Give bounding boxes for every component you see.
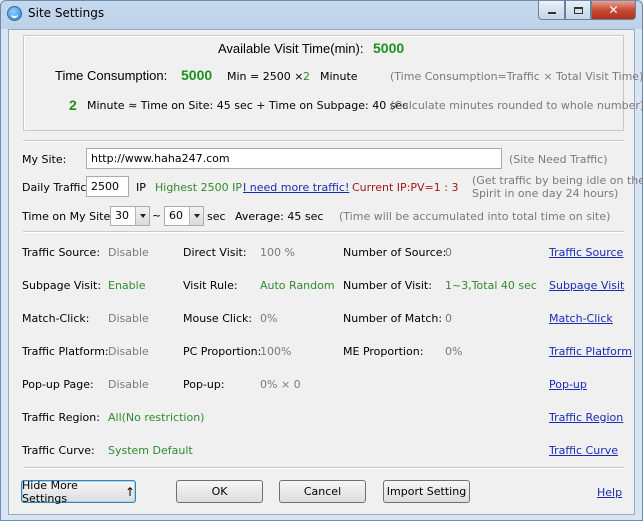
- time-consumption-label: Time Consumption:: [55, 68, 168, 83]
- traffic-source-value: Disable: [108, 246, 149, 259]
- popup-value: 0% × 0: [260, 378, 301, 391]
- number-of-visit-label: Number of Visit:: [343, 279, 432, 292]
- daily-traffic-label: Daily Traffic:: [22, 181, 91, 194]
- maximize-icon: [573, 6, 583, 14]
- minimize-button[interactable]: [538, 1, 565, 20]
- match-click-link[interactable]: Match-Click: [549, 312, 613, 325]
- daily-note-line1: (Get traffic by being idle on the: [472, 174, 643, 187]
- traffic-curve-value: System Default: [108, 444, 193, 457]
- me-proportion-label: ME Proportion:: [343, 345, 424, 358]
- traffic-region-link[interactable]: Traffic Region: [549, 411, 623, 424]
- me-proportion-value: 0%: [445, 345, 463, 358]
- site-settings-window: Site Settings ✕ Available Visit Time(min…: [0, 0, 643, 521]
- app-logo-icon: [7, 6, 22, 21]
- minutes-formula: Minute ≈ Time on Site: 45 sec + Time on …: [87, 99, 409, 112]
- number-of-source-value: 0: [445, 246, 452, 259]
- popup-page-value: Disable: [108, 378, 149, 391]
- mouse-click-label: Mouse Click:: [183, 312, 253, 325]
- number-of-source-label: Number of Source:: [343, 246, 447, 259]
- close-icon: ✕: [608, 3, 619, 17]
- multiplier-value: 2: [303, 70, 310, 83]
- traffic-region-label: Traffic Region:: [22, 411, 100, 424]
- hide-more-settings-label: Hide More Settings: [22, 478, 78, 505]
- cancel-label: Cancel: [303, 485, 342, 498]
- number-of-match-label: Number of Match:: [343, 312, 443, 325]
- ok-button[interactable]: OK: [176, 480, 263, 503]
- highest-ip-text: Highest 2500 IP: [155, 181, 242, 194]
- ok-label: OK: [211, 485, 228, 498]
- divider: [23, 467, 624, 469]
- match-click-label: Match-Click:: [22, 312, 90, 325]
- available-time-value: 5000: [373, 40, 405, 56]
- my-site-note: (Site Need Traffic): [509, 153, 608, 166]
- number-of-match-value: 0: [445, 312, 452, 325]
- traffic-curve-link[interactable]: Traffic Curve: [549, 444, 618, 457]
- current-ip-pv: Current IP:PV=1 : 3: [352, 181, 459, 194]
- time-on-site-note: (Time will be accumulated into total tim…: [339, 210, 611, 223]
- popup-page-label: Pop-up Page:: [22, 378, 94, 391]
- traffic-source-label: Traffic Source:: [22, 246, 101, 259]
- maximize-button[interactable]: [565, 1, 591, 20]
- time-consumption-value: 5000: [181, 67, 213, 83]
- traffic-platform-value: Disable: [108, 345, 149, 358]
- subpage-visit-label: Subpage Visit:: [22, 279, 102, 292]
- import-setting-button[interactable]: Import Setting: [383, 480, 470, 503]
- settings-panel: Available Visit Time(min): 5000 Time Con…: [8, 29, 643, 515]
- visit-time-summary: Available Visit Time(min): 5000 Time Con…: [23, 35, 643, 131]
- daily-traffic-input[interactable]: [86, 176, 129, 197]
- number-of-visit-value: 1~3,Total 40 sec: [445, 279, 537, 292]
- import-setting-label: Import Setting: [386, 485, 467, 498]
- minimize-icon: [547, 12, 556, 14]
- minutes-value: 2: [69, 97, 77, 113]
- match-click-value: Disable: [108, 312, 149, 325]
- available-time-label: Available Visit Time(min):: [218, 41, 364, 56]
- daily-note-line2: Spirit in one day 24 hours): [472, 187, 619, 200]
- hide-more-settings-button[interactable]: Hide More Settings ↑: [21, 478, 136, 505]
- my-site-label: My Site:: [22, 153, 67, 166]
- time-from-value: 30: [115, 209, 129, 222]
- arrow-up-icon: ↑: [124, 484, 135, 499]
- chevron-down-icon: [189, 207, 203, 225]
- divider: [23, 231, 624, 233]
- title-bar[interactable]: Site Settings ✕: [1, 1, 642, 27]
- popup-link[interactable]: Pop-up: [549, 378, 587, 391]
- pc-proportion-value: 100%: [260, 345, 292, 358]
- traffic-platform-label: Traffic Platform:: [22, 345, 109, 358]
- popup-label: Pop-up:: [183, 378, 225, 391]
- minute-label: Minute: [320, 70, 358, 83]
- min-equation: Min = 2500 ×: [227, 70, 304, 83]
- average-time: Average: 45 sec: [235, 210, 324, 223]
- traffic-platform-link[interactable]: Traffic Platform: [549, 345, 632, 358]
- direct-visit-value: 100 %: [260, 246, 295, 259]
- mouse-click-value: 0%: [260, 312, 278, 325]
- direct-visit-label: Direct Visit:: [183, 246, 247, 259]
- my-site-input[interactable]: [86, 148, 502, 169]
- tilde-separator: ~: [152, 209, 162, 222]
- sec-unit-label: sec: [207, 210, 226, 223]
- ip-unit-label: IP: [136, 181, 146, 194]
- help-link[interactable]: Help: [597, 486, 622, 499]
- traffic-curve-label: Traffic Curve:: [22, 444, 95, 457]
- visit-rule-value: Auto Random: [260, 279, 335, 292]
- pc-proportion-label: PC Proportion:: [183, 345, 262, 358]
- cancel-button[interactable]: Cancel: [279, 480, 366, 503]
- time-to-value: 60: [169, 209, 183, 222]
- traffic-source-link[interactable]: Traffic Source: [549, 246, 623, 259]
- traffic-region-value: All(No restriction): [108, 411, 205, 424]
- minutes-note: (Calculate minutes rounded to whole numb…: [390, 99, 643, 112]
- more-traffic-link[interactable]: I need more traffic!: [243, 181, 349, 194]
- visit-rule-label: Visit Rule:: [183, 279, 238, 292]
- time-on-site-label: Time on My Site:: [22, 210, 114, 223]
- consumption-note: (Time Consumption=Traffic × Total Visit …: [390, 70, 643, 83]
- time-to-select[interactable]: 60: [164, 206, 204, 226]
- window-title: Site Settings: [28, 6, 105, 20]
- divider: [23, 140, 624, 142]
- close-button[interactable]: ✕: [591, 1, 636, 20]
- subpage-visit-value: Enable: [108, 279, 146, 292]
- subpage-visit-link[interactable]: Subpage Visit: [549, 279, 624, 292]
- time-from-select[interactable]: 30: [110, 206, 150, 226]
- chevron-down-icon: [135, 207, 149, 225]
